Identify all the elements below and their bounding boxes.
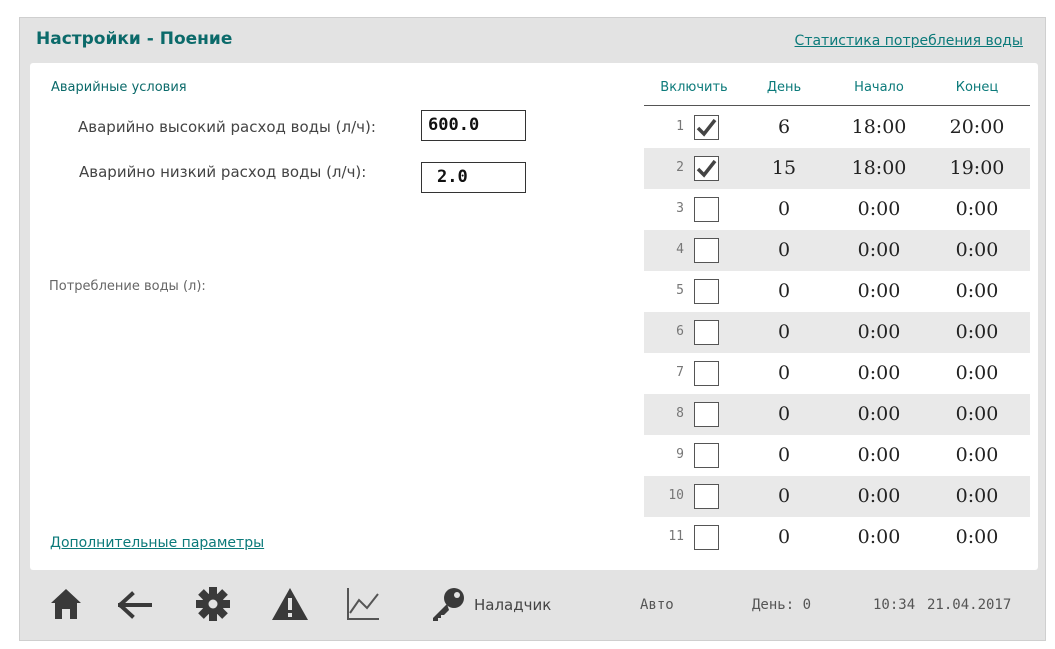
day-cell[interactable]: 0 bbox=[744, 403, 824, 425]
end-cell[interactable]: 19:00 bbox=[924, 157, 1030, 179]
enable-checkbox[interactable] bbox=[694, 238, 719, 263]
start-cell[interactable]: 0:00 bbox=[829, 239, 929, 261]
enable-checkbox[interactable] bbox=[694, 361, 719, 386]
start-cell[interactable]: 0:00 bbox=[829, 280, 929, 302]
warning-icon[interactable] bbox=[270, 586, 310, 622]
page-title: Настройки - Поение bbox=[36, 29, 233, 49]
row-index: 6 bbox=[676, 324, 684, 339]
schedule-row: 6 0 0:00 0:00 bbox=[644, 312, 1030, 353]
low-flow-label: Аварийно низкий расход воды (л/ч): bbox=[79, 163, 367, 181]
back-arrow-icon[interactable] bbox=[118, 590, 152, 620]
row-index: 5 bbox=[676, 283, 684, 298]
schedule-row: 2 15 18:00 19:00 bbox=[644, 148, 1030, 189]
row-index: 4 bbox=[676, 242, 684, 257]
key-icon[interactable] bbox=[428, 586, 468, 622]
enable-checkbox[interactable] bbox=[694, 197, 719, 222]
end-cell[interactable]: 0:00 bbox=[924, 526, 1030, 548]
consumption-label: Потребление воды (л): bbox=[49, 279, 206, 294]
day-cell[interactable]: 0 bbox=[744, 321, 824, 343]
start-cell[interactable]: 0:00 bbox=[829, 321, 929, 343]
schedule-row: 9 0 0:00 0:00 bbox=[644, 435, 1030, 476]
day-cell[interactable]: 0 bbox=[744, 526, 824, 548]
mode-label: Авто bbox=[640, 597, 674, 613]
stats-link[interactable]: Статистика потребления воды bbox=[795, 33, 1023, 49]
day-cell[interactable]: 0 bbox=[744, 280, 824, 302]
day-cell[interactable]: 0 bbox=[744, 444, 824, 466]
enable-checkbox[interactable] bbox=[694, 156, 719, 181]
start-cell[interactable]: 18:00 bbox=[829, 157, 929, 179]
row-index: 11 bbox=[668, 529, 684, 544]
schedule-row: 7 0 0:00 0:00 bbox=[644, 353, 1030, 394]
row-index: 7 bbox=[676, 365, 684, 380]
column-header-day: День bbox=[766, 80, 802, 95]
enable-checkbox[interactable] bbox=[694, 443, 719, 468]
schedule-row: 5 0 0:00 0:00 bbox=[644, 271, 1030, 312]
enable-checkbox[interactable] bbox=[694, 402, 719, 427]
enable-checkbox[interactable] bbox=[694, 320, 719, 345]
start-cell[interactable]: 0:00 bbox=[829, 403, 929, 425]
schedule-row: 3 0 0:00 0:00 bbox=[644, 189, 1030, 230]
end-cell[interactable]: 0:00 bbox=[924, 321, 1030, 343]
gear-icon[interactable] bbox=[195, 586, 231, 622]
day-cell[interactable]: 15 bbox=[744, 157, 824, 179]
row-index: 9 bbox=[676, 447, 684, 462]
row-index: 8 bbox=[676, 406, 684, 421]
start-cell[interactable]: 0:00 bbox=[829, 444, 929, 466]
enable-checkbox[interactable] bbox=[694, 484, 719, 509]
checkmark-icon bbox=[696, 159, 717, 178]
start-cell[interactable]: 0:00 bbox=[829, 362, 929, 384]
user-label: Наладчик bbox=[474, 596, 552, 614]
schedule-row: 1 6 18:00 20:00 bbox=[644, 107, 1030, 148]
end-cell[interactable]: 0:00 bbox=[924, 403, 1030, 425]
home-icon[interactable] bbox=[48, 586, 84, 622]
end-cell[interactable]: 0:00 bbox=[924, 362, 1030, 384]
end-cell[interactable]: 0:00 bbox=[924, 444, 1030, 466]
column-header-start: Начало bbox=[854, 80, 904, 95]
top-strip bbox=[0, 0, 1055, 8]
enable-checkbox[interactable] bbox=[694, 525, 719, 550]
day-cell[interactable]: 0 bbox=[744, 485, 824, 507]
end-cell[interactable]: 0:00 bbox=[924, 280, 1030, 302]
row-index: 3 bbox=[676, 201, 684, 216]
start-cell[interactable]: 18:00 bbox=[829, 116, 929, 138]
end-cell[interactable]: 0:00 bbox=[924, 198, 1030, 220]
time-label: 10:34 bbox=[873, 597, 916, 613]
extra-params-link[interactable]: Дополнительные параметры bbox=[50, 535, 264, 551]
high-flow-label: Аварийно высокий расход воды (л/ч): bbox=[78, 118, 376, 136]
day-label: День: 0 bbox=[752, 597, 812, 613]
day-cell[interactable]: 0 bbox=[744, 362, 824, 384]
day-cell[interactable]: 0 bbox=[744, 239, 824, 261]
schedule-row: 10 0 0:00 0:00 bbox=[644, 476, 1030, 517]
day-cell[interactable]: 6 bbox=[744, 116, 824, 138]
end-cell[interactable]: 0:00 bbox=[924, 485, 1030, 507]
row-index: 2 bbox=[676, 160, 684, 175]
row-index: 10 bbox=[668, 488, 684, 503]
enable-checkbox[interactable] bbox=[694, 115, 719, 140]
header-divider bbox=[644, 105, 1030, 106]
day-cell[interactable]: 0 bbox=[744, 198, 824, 220]
column-header-end: Конец bbox=[955, 80, 999, 95]
start-cell[interactable]: 0:00 bbox=[829, 198, 929, 220]
high-flow-input[interactable]: 600.0 bbox=[421, 110, 526, 141]
chart-icon[interactable] bbox=[345, 586, 381, 622]
start-cell[interactable]: 0:00 bbox=[829, 526, 929, 548]
low-flow-input[interactable]: 2.0 bbox=[421, 162, 526, 193]
schedule-row: 4 0 0:00 0:00 bbox=[644, 230, 1030, 271]
schedule-row: 8 0 0:00 0:00 bbox=[644, 394, 1030, 435]
end-cell[interactable]: 0:00 bbox=[924, 239, 1030, 261]
end-cell[interactable]: 20:00 bbox=[924, 116, 1030, 138]
checkmark-icon bbox=[696, 118, 717, 137]
enable-checkbox[interactable] bbox=[694, 279, 719, 304]
column-header-enable: Включить bbox=[660, 80, 728, 95]
schedule-row: 11 0 0:00 0:00 bbox=[644, 517, 1030, 558]
row-index: 1 bbox=[676, 119, 684, 134]
start-cell[interactable]: 0:00 bbox=[829, 485, 929, 507]
date-label: 21.04.2017 bbox=[927, 597, 1012, 613]
alarm-heading: Аварийные условия bbox=[51, 80, 187, 95]
